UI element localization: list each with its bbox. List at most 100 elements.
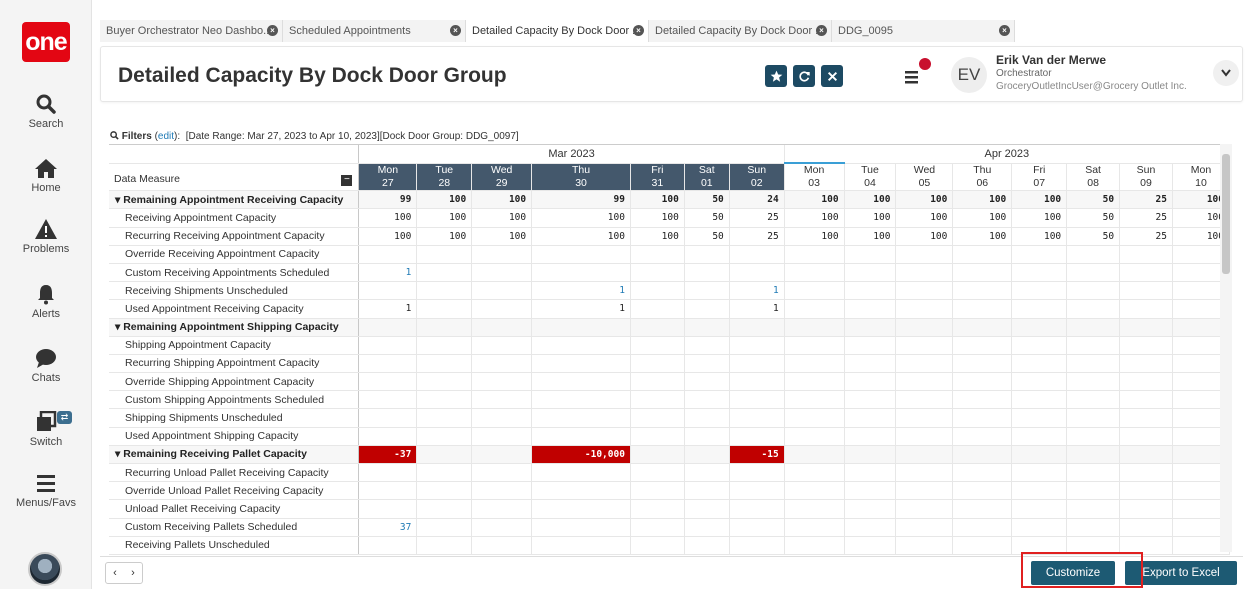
grid-cell[interactable]: 100: [1011, 208, 1068, 228]
grid-cell[interactable]: [729, 518, 785, 537]
sidebar-item-menus[interactable]: Menus/Favs: [0, 472, 92, 509]
grid-cell[interactable]: [952, 463, 1013, 483]
grid-cell[interactable]: [416, 518, 473, 537]
grid-cell[interactable]: [952, 536, 1013, 555]
grid-cell[interactable]: [844, 354, 897, 374]
grid-cell[interactable]: [471, 390, 533, 410]
grid-cell[interactable]: 100: [844, 227, 897, 246]
grid-cell[interactable]: [471, 445, 533, 465]
grid-cell[interactable]: [729, 354, 785, 374]
grid-cell[interactable]: [1011, 463, 1068, 483]
grid-cell[interactable]: [1119, 408, 1173, 428]
tab-ddg-0095[interactable]: DDG_0095 ×: [832, 20, 1015, 42]
sidebar-item-problems[interactable]: Problems: [0, 218, 92, 255]
grid-cell[interactable]: [1119, 263, 1173, 283]
close-page-button[interactable]: [821, 65, 843, 87]
grid-cell[interactable]: [729, 336, 785, 355]
grid-cell[interactable]: 100: [416, 190, 473, 210]
grid-cell[interactable]: [416, 281, 473, 301]
grid-cell[interactable]: [1066, 390, 1121, 410]
grid-cell[interactable]: [630, 408, 685, 428]
grid-cell[interactable]: [952, 499, 1013, 519]
grid-cell[interactable]: [1011, 263, 1068, 283]
grid-cell[interactable]: [471, 536, 533, 555]
grid-cell[interactable]: [471, 263, 533, 283]
grid-cell[interactable]: [1119, 372, 1173, 392]
grid-cell[interactable]: [783, 372, 845, 392]
grid-cell[interactable]: [358, 372, 418, 392]
grid-cell[interactable]: [1066, 281, 1121, 301]
grid-cell[interactable]: 100: [630, 227, 685, 246]
grid-cell[interactable]: [1066, 372, 1121, 392]
sidebar-item-alerts[interactable]: Alerts: [0, 283, 92, 320]
grid-cell[interactable]: [1066, 518, 1121, 537]
grid-cell[interactable]: [531, 499, 631, 519]
day-header[interactable]: Sat 08: [1066, 163, 1121, 192]
grid-cell[interactable]: [630, 481, 685, 501]
grid-cell[interactable]: [952, 354, 1013, 374]
grid-cell[interactable]: [1119, 481, 1173, 501]
filters-edit-link[interactable]: edit: [158, 131, 174, 142]
close-icon[interactable]: ×: [999, 25, 1010, 36]
close-icon[interactable]: ×: [450, 25, 461, 36]
grid-cell[interactable]: [358, 463, 418, 483]
grid-cell[interactable]: [471, 499, 533, 519]
grid-cell[interactable]: [358, 390, 418, 410]
chevron-left-icon[interactable]: ‹: [113, 567, 117, 579]
grid-cell[interactable]: [358, 499, 418, 519]
grid-cell[interactable]: [630, 299, 685, 319]
grid-cell[interactable]: [1066, 245, 1121, 264]
grid-cell[interactable]: [783, 318, 845, 337]
grid-cell[interactable]: [952, 372, 1013, 392]
grid-cell[interactable]: [630, 445, 685, 465]
grid-cell[interactable]: [1119, 445, 1173, 465]
grid-cell[interactable]: [416, 427, 473, 446]
grid-cell[interactable]: 25: [1119, 208, 1173, 228]
grid-cell[interactable]: [471, 427, 533, 446]
grid-cell[interactable]: [844, 445, 897, 465]
day-header[interactable]: Fri 07: [1011, 163, 1068, 192]
chevron-right-icon[interactable]: ›: [131, 567, 135, 579]
grid-cell[interactable]: [684, 263, 730, 283]
grid-cell[interactable]: [416, 445, 473, 465]
grid-cell[interactable]: [471, 518, 533, 537]
grid-cell[interactable]: [1011, 281, 1068, 301]
grid-cell[interactable]: [684, 445, 730, 465]
grid-cell[interactable]: [416, 299, 473, 319]
day-header[interactable]: Sat 01: [684, 163, 730, 192]
caret-down-icon[interactable]: ▾: [115, 448, 123, 460]
grid-cell[interactable]: 100: [844, 190, 897, 210]
profile-avatar[interactable]: [28, 552, 62, 586]
grid-cell[interactable]: [1011, 318, 1068, 337]
grid-cell[interactable]: [952, 390, 1013, 410]
grid-cell[interactable]: [783, 390, 845, 410]
grid-cell[interactable]: [1119, 518, 1173, 537]
grid-cell[interactable]: [783, 281, 845, 301]
grid-cell[interactable]: [630, 281, 685, 301]
grid-cell[interactable]: [684, 281, 730, 301]
grid-cell[interactable]: [684, 463, 730, 483]
grid-cell[interactable]: [783, 299, 845, 319]
one-logo[interactable]: one: [22, 22, 70, 62]
grid-cell[interactable]: [1119, 390, 1173, 410]
grid-cell[interactable]: [471, 354, 533, 374]
grid-cell[interactable]: [1011, 390, 1068, 410]
grid-cell[interactable]: [1119, 299, 1173, 319]
grid-cell[interactable]: [844, 518, 897, 537]
grid-cell[interactable]: 99: [531, 190, 631, 210]
grid-cell[interactable]: 100: [471, 227, 533, 246]
grid-cell[interactable]: [630, 318, 685, 337]
grid-cell[interactable]: 100: [895, 190, 954, 210]
grid-cell[interactable]: [1066, 499, 1121, 519]
grid-cell[interactable]: [531, 463, 631, 483]
grid-cell[interactable]: [684, 427, 730, 446]
tab-scheduled-appointments[interactable]: Scheduled Appointments ×: [283, 20, 466, 42]
grid-cell[interactable]: [630, 390, 685, 410]
grid-cell[interactable]: 100: [1011, 190, 1068, 210]
grid-cell[interactable]: 100: [783, 227, 845, 246]
grid-cell[interactable]: [844, 372, 897, 392]
grid-cell[interactable]: [1011, 408, 1068, 428]
grid-cell[interactable]: [895, 408, 954, 428]
grid-cell[interactable]: [684, 354, 730, 374]
grid-cell[interactable]: [531, 354, 631, 374]
